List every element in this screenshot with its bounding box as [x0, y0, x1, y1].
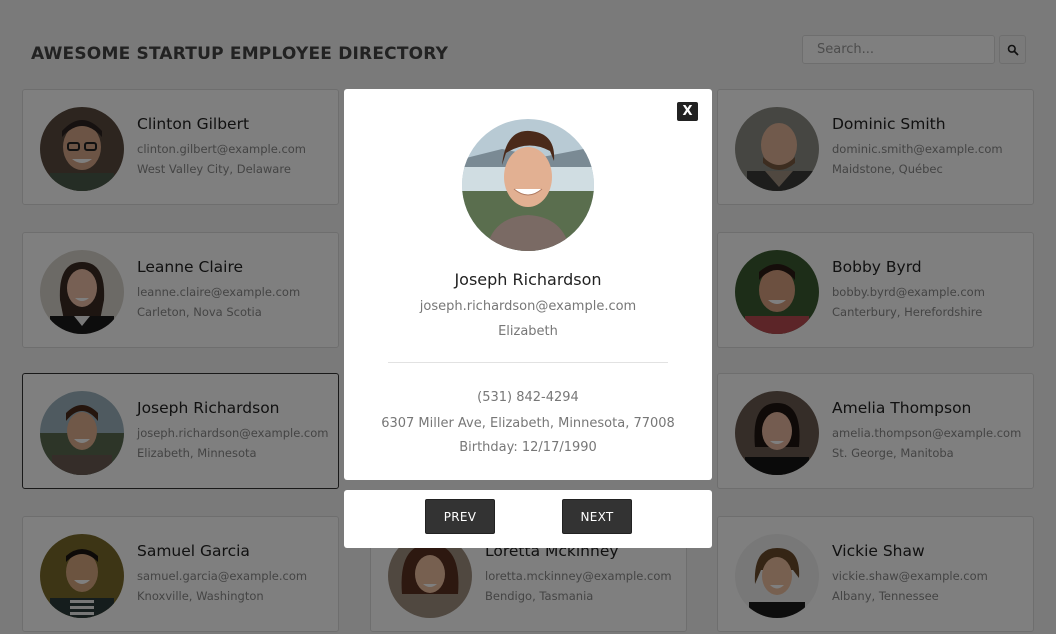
modal-address: 6307 Miller Ave, Elizabeth, Minnesota, 7… [381, 416, 675, 431]
modal-birthday: Birthday: 12/17/1990 [459, 440, 597, 455]
prev-button[interactable]: PREV [425, 499, 495, 534]
next-button[interactable]: NEXT [562, 499, 632, 534]
employee-directory-page: AWESOME STARTUP EMPLOYEE DIRECTORY Clint… [0, 0, 1056, 634]
modal-avatar [462, 119, 594, 251]
modal-navigation: PREV NEXT [344, 490, 712, 548]
modal-phone: (531) 842-4294 [477, 390, 579, 405]
employee-modal: X Joseph Richardson joseph.richardson@ex… [344, 89, 712, 480]
modal-divider [388, 362, 668, 363]
close-button[interactable]: X [677, 102, 698, 121]
modal-city: Elizabeth [498, 324, 558, 339]
modal-email: joseph.richardson@example.com [419, 299, 637, 314]
modal-name: Joseph Richardson [454, 270, 602, 289]
